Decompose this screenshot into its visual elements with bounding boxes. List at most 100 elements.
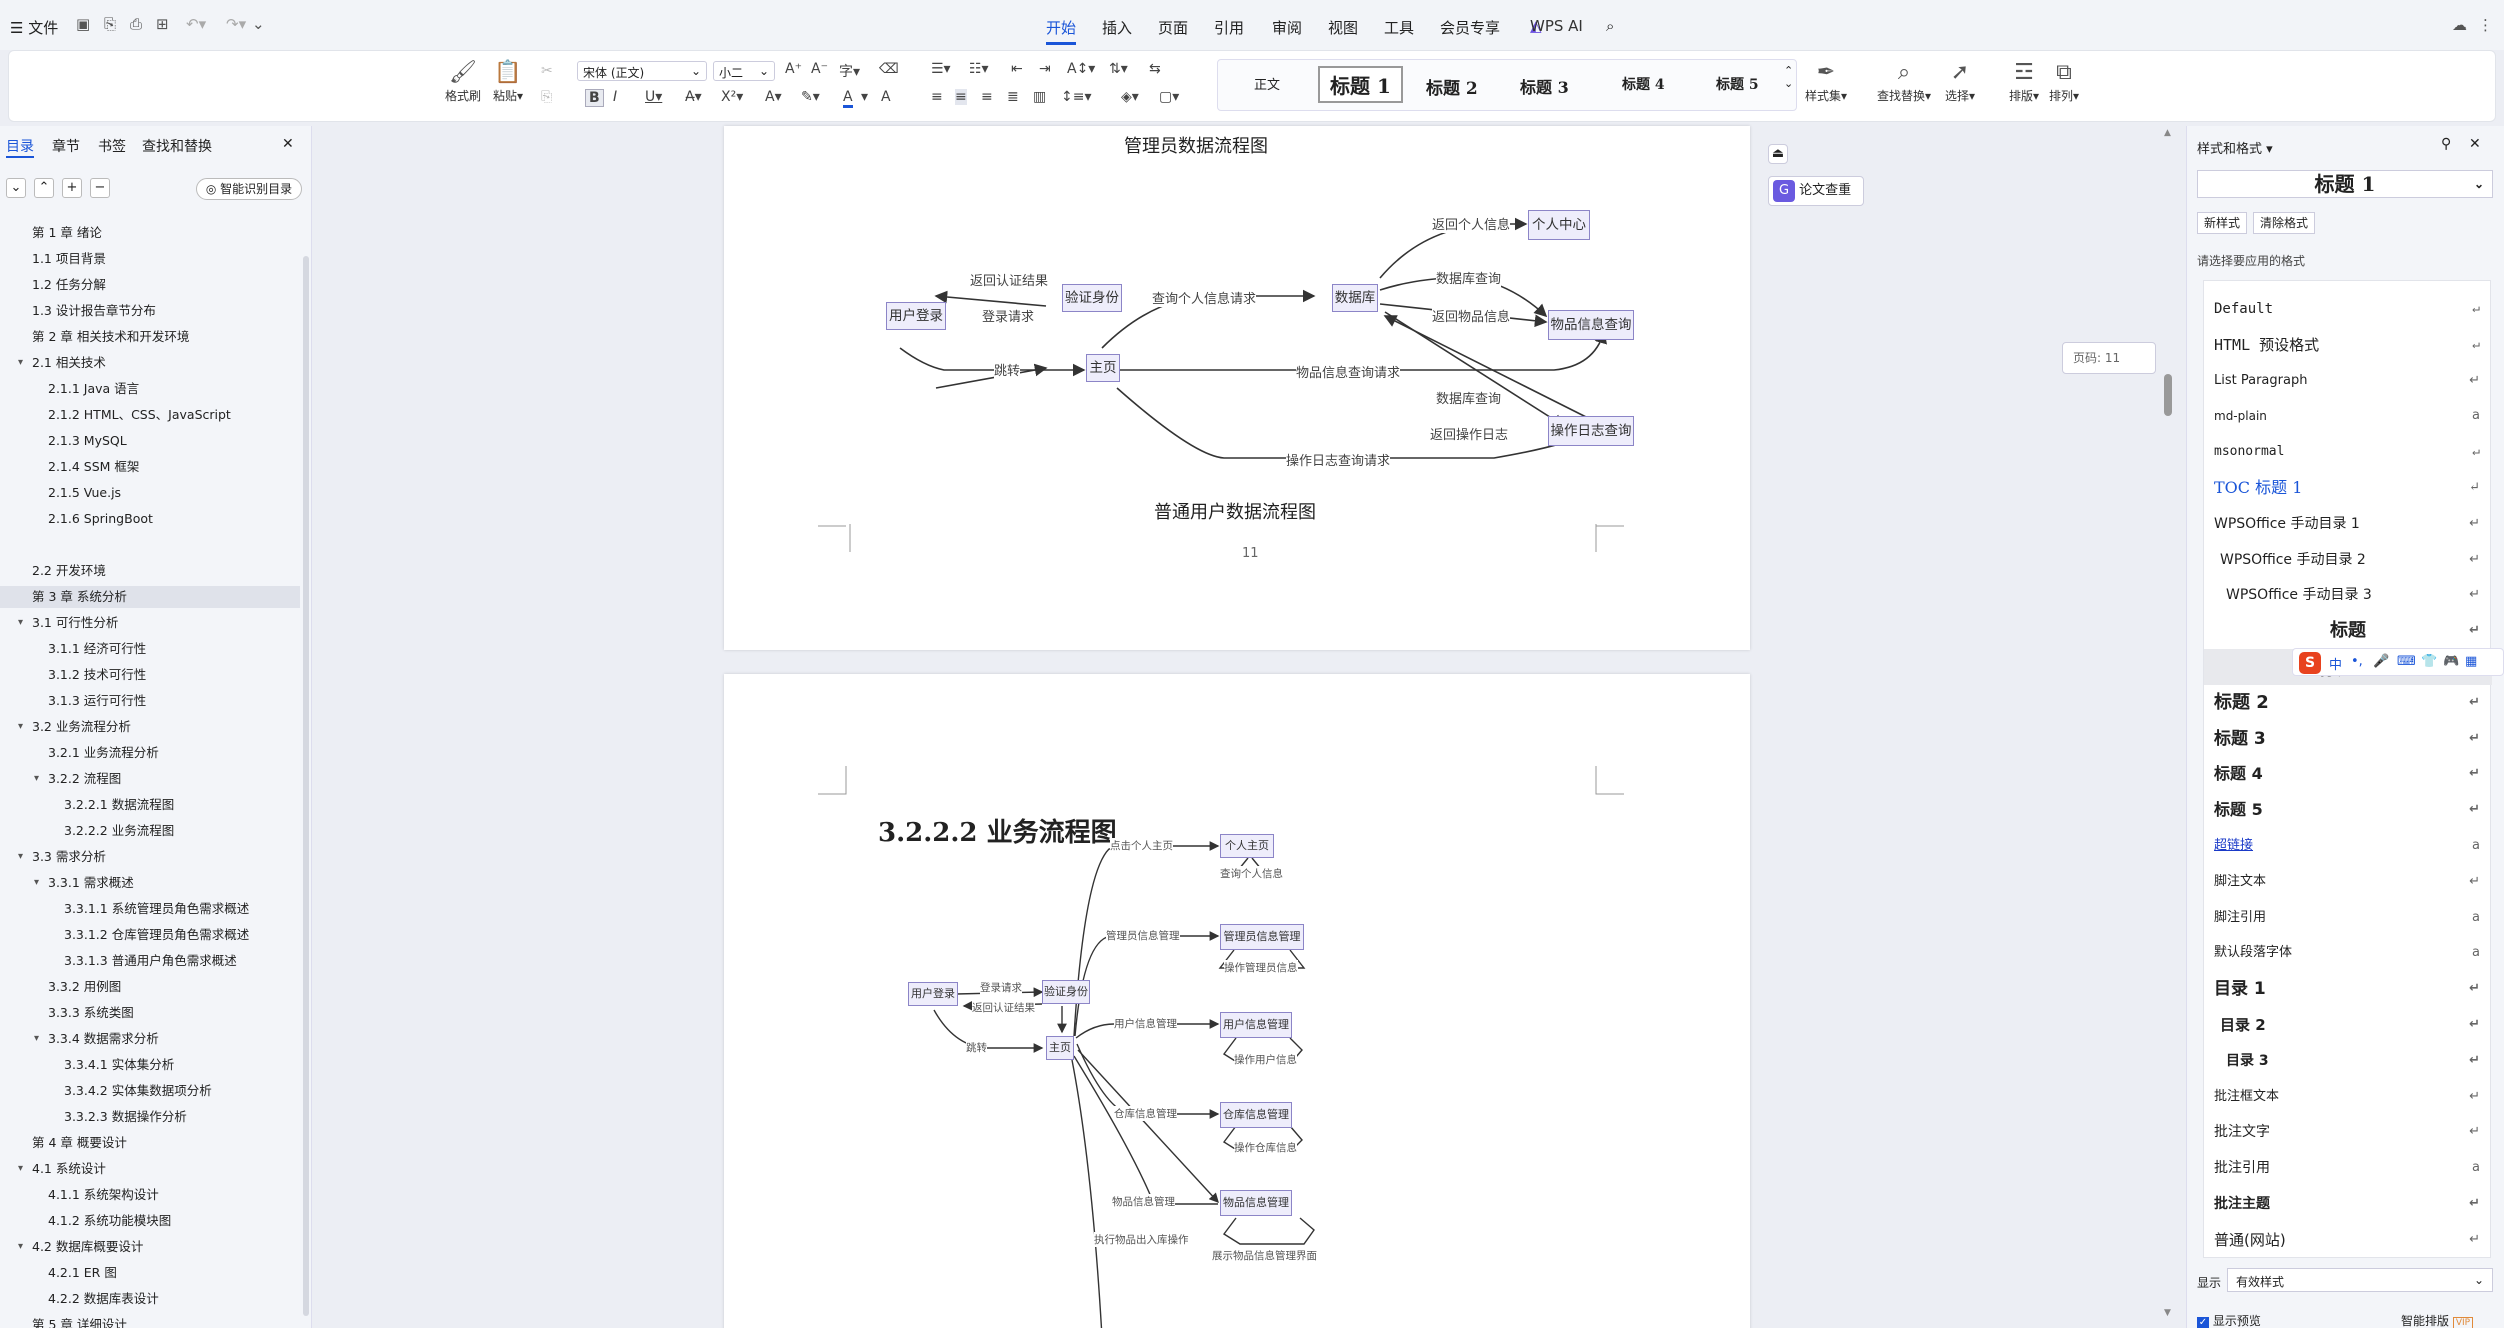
style-item[interactable]: 目录 3 ↵ — [2204, 1043, 2492, 1079]
collapse-ribbon-icon[interactable]: ⏏ — [1768, 144, 1788, 164]
current-style-box[interactable]: 标题 1 ⌄ — [2197, 170, 2493, 198]
find-replace-button[interactable]: ⌕ 查找替换▾ — [1877, 59, 1931, 104]
print-preview-icon[interactable]: ⊞ — [156, 15, 169, 33]
close-panel-icon[interactable]: ✕ — [2469, 136, 2481, 152]
style-item[interactable]: 脚注引用 a — [2204, 900, 2492, 936]
style-gallery-scroll-icon[interactable]: ⌃ ⌄ — [1784, 64, 1793, 90]
remove-icon[interactable]: − — [90, 178, 110, 198]
tab-home[interactable]: 开始 — [1046, 17, 1077, 45]
expand-arrow-icon[interactable]: ▾ — [34, 768, 39, 790]
close-icon[interactable]: ✕ — [282, 136, 294, 152]
justify-icon[interactable]: ≣ — [1007, 89, 1019, 105]
expand-arrow-icon[interactable]: ▾ — [18, 846, 23, 868]
highlight-icon[interactable]: ✎▾ — [801, 89, 820, 105]
style-heading-2[interactable]: 标题 2 — [1426, 74, 1478, 99]
toc-item[interactable] — [0, 534, 300, 556]
distribute-icon[interactable]: ▥ — [1033, 89, 1046, 105]
paste-button[interactable]: 📋 粘贴▾ — [493, 59, 523, 104]
smart-layout-button[interactable]: 智能排版 VIP — [2401, 1312, 2474, 1328]
style-item[interactable]: 普通(网站) ↵ — [2204, 1222, 2492, 1258]
toc-item[interactable]: 1.3 设计报告章节分布 — [0, 300, 300, 322]
toc-item[interactable]: 1.2 任务分解 — [0, 274, 300, 296]
style-normal[interactable]: 正文 — [1254, 74, 1280, 93]
style-heading-3[interactable]: 标题 3 — [1520, 74, 1569, 98]
style-item[interactable]: List Paragraph ↵ — [2204, 363, 2492, 399]
redo-icon[interactable]: ↷▾ — [226, 15, 246, 33]
tab-tools[interactable]: 工具 — [1384, 17, 1414, 38]
toc-item[interactable]: 2.1.5 Vue.js — [0, 482, 300, 504]
style-item[interactable]: 标题 4 ↵ — [2204, 756, 2492, 792]
style-item[interactable]: md-plain a — [2204, 398, 2492, 434]
toc-item[interactable]: 2.1.3 MySQL — [0, 430, 300, 452]
toc-item[interactable]: 3.3.2 用例图 — [0, 976, 300, 998]
toc-item[interactable]: 第 3 章 系统分析 — [0, 586, 300, 608]
border-icon[interactable]: ▢▾ — [1159, 89, 1179, 105]
toc-item[interactable]: 3.3.1.1 系统管理员角色需求概述 — [0, 898, 300, 920]
toc-scrollbar[interactable] — [303, 256, 309, 1316]
toc-item[interactable]: 2.1.2 HTML、CSS、JavaScript — [0, 404, 300, 426]
toc-item[interactable]: ▾ 3.3.1 需求概述 — [0, 872, 300, 894]
line-spacing-icon[interactable]: ↕≡▾ — [1061, 89, 1092, 105]
style-item[interactable]: Default ↵ — [2204, 291, 2492, 327]
toc-item[interactable]: 3.2.1 业务流程分析 — [0, 742, 300, 764]
text-direction-icon[interactable]: A↕▾ — [1067, 61, 1095, 77]
font-color-dropdown-icon[interactable]: ▾ — [861, 89, 868, 105]
more-menu-icon[interactable]: ⋮ — [2478, 16, 2493, 34]
style-item[interactable]: WPSOffice 手动目录 2 ↵ — [2204, 542, 2492, 578]
toc-item[interactable]: 3.3.4.2 实体集数据项分析 — [0, 1080, 300, 1102]
show-preview-checkbox[interactable]: ✓ 显示预览 — [2197, 1312, 2261, 1328]
toc-item[interactable]: 第 2 章 相关技术和开发环境 — [0, 326, 300, 348]
toc-item[interactable]: 2.1.1 Java 语言 — [0, 378, 300, 400]
cloud-icon[interactable]: ☁ — [2452, 16, 2467, 34]
char-shading-icon[interactable]: A — [881, 89, 891, 105]
font-color-icon[interactable]: A — [843, 89, 853, 108]
arrange-button[interactable]: ⧉ 排列▾ — [2049, 59, 2079, 104]
cut-icon[interactable]: ✂ — [541, 63, 553, 79]
font-name-select[interactable]: 宋体 (正文) ⌄ — [577, 61, 707, 81]
toc-item[interactable]: 2.2 开发环境 — [0, 560, 300, 582]
scroll-down-icon[interactable]: ▼ — [2164, 1308, 2171, 1318]
tab-toc[interactable]: 目录 — [6, 136, 34, 158]
expand-arrow-icon[interactable]: ▾ — [18, 716, 23, 738]
select-button[interactable]: ➚ 选择▾ — [1945, 59, 1975, 104]
toc-item[interactable]: 3.3.2.3 数据操作分析 — [0, 1106, 300, 1128]
style-heading-4[interactable]: 标题 4 — [1622, 74, 1665, 94]
toc-item[interactable]: 4.2.2 数据库表设计 — [0, 1288, 300, 1310]
undo-icon[interactable]: ↶▾ — [186, 15, 206, 33]
toc-item[interactable]: 第 1 章 绪论 — [0, 222, 300, 244]
toc-item[interactable]: 4.1.2 系统功能模块图 — [0, 1210, 300, 1232]
expand-arrow-icon[interactable]: ▾ — [18, 352, 23, 374]
toc-item[interactable]: 3.3.1.2 仓库管理员角色需求概述 — [0, 924, 300, 946]
toc-item[interactable]: 3.1.2 技术可行性 — [0, 664, 300, 686]
expand-arrow-icon[interactable]: ▾ — [18, 612, 23, 634]
pin-icon[interactable]: ⚲ — [2441, 136, 2451, 152]
tab-page[interactable]: 页面 — [1158, 17, 1188, 38]
style-item[interactable]: 目录 2 ↵ — [2204, 1007, 2492, 1043]
tab-chapters[interactable]: 章节 — [52, 136, 80, 156]
grow-font-icon[interactable]: A⁺ — [785, 61, 802, 77]
style-item[interactable]: 批注框文本 ↵ — [2204, 1079, 2492, 1115]
style-item[interactable]: HTML 预设格式 ↵ — [2204, 327, 2492, 363]
toc-item[interactable]: ▾ 3.2.2 流程图 — [0, 768, 300, 790]
tab-insert[interactable]: 插入 — [1102, 17, 1132, 38]
expand-arrow-icon[interactable]: ▾ — [18, 1236, 23, 1258]
toc-item[interactable]: ▾ 2.1 相关技术 — [0, 352, 300, 374]
style-item[interactable]: TOC 标题 1 ↵ — [2204, 470, 2492, 506]
style-item[interactable]: WPSOffice 手动目录 1 ↵ — [2204, 506, 2492, 542]
style-item[interactable]: 超链接 a — [2204, 828, 2492, 864]
toc-item[interactable]: 3.1.1 经济可行性 — [0, 638, 300, 660]
new-style-button[interactable]: 新样式 — [2197, 212, 2247, 234]
shading-icon[interactable]: ◈▾ — [1121, 89, 1139, 105]
style-item[interactable]: 目录 1 ↵ — [2204, 971, 2492, 1007]
toc-item[interactable]: 4.1.1 系统架构设计 — [0, 1184, 300, 1206]
microphone-icon[interactable]: 🎤 — [2373, 654, 2389, 669]
toc-item[interactable]: 3.3.4.1 实体集分析 — [0, 1054, 300, 1076]
collapse-icon[interactable]: ⌄ — [6, 178, 26, 198]
numbered-list-icon[interactable]: ☷▾ — [969, 61, 989, 77]
game-icon[interactable]: 🎮 — [2443, 654, 2459, 669]
document-scrollbar[interactable]: ▲ ▼ — [2164, 128, 2172, 1318]
tab-bookmarks[interactable]: 书签 — [98, 136, 126, 156]
show-filter-select[interactable]: 有效样式 ⌄ — [2227, 1268, 2493, 1292]
toc-item[interactable]: ▾ 4.1 系统设计 — [0, 1158, 300, 1180]
search-icon[interactable]: ⌕ — [1606, 17, 1614, 35]
